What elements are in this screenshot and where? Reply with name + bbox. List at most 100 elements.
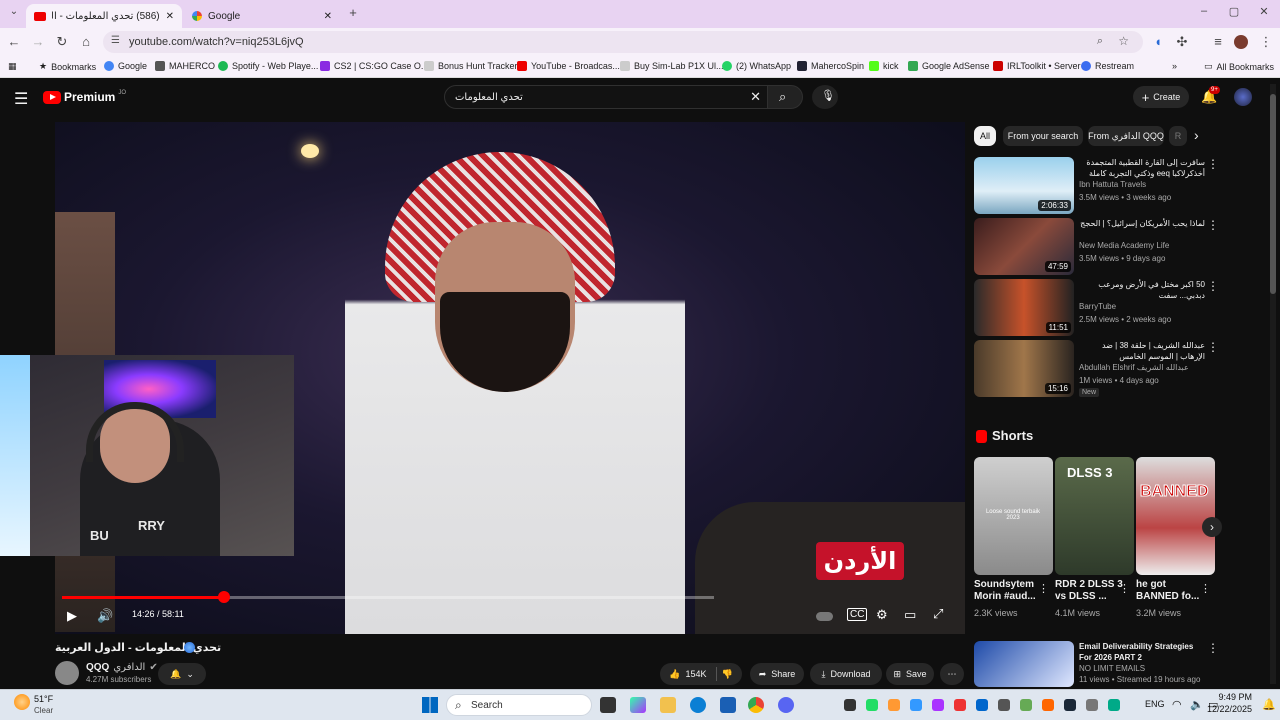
bookmark-item[interactable]: Restream	[1081, 61, 1134, 71]
task-view-icon[interactable]	[600, 697, 616, 713]
bookmark-item[interactable]: MAHERCO	[155, 61, 215, 71]
create-button[interactable]: + Create	[1133, 86, 1189, 108]
apps-icon[interactable]: ▦	[8, 61, 17, 72]
tab-search-icon[interactable]: ⌄	[6, 6, 22, 17]
copilot-icon[interactable]	[630, 697, 646, 713]
profile-avatar[interactable]	[1234, 35, 1248, 49]
subscribed-bell-button[interactable]: 🔔 ⌄	[158, 663, 206, 685]
tray-app-icon[interactable]	[866, 699, 878, 711]
recommendation-item[interactable]: Email Deliverability Strategies For 2026…	[974, 641, 1220, 687]
close-window-icon[interactable]: ✕	[1256, 5, 1272, 18]
autoplay-toggle[interactable]	[816, 612, 833, 621]
wifi-icon[interactable]: ◠	[1172, 698, 1182, 711]
recommendation-item[interactable]: 2:06:33 سافرت إلى القارة القطبية المتجمد…	[974, 157, 1220, 215]
volume-icon[interactable]: 🔊	[97, 608, 113, 624]
miniplayer-icon[interactable]: ▭	[904, 607, 916, 623]
tray-app-icon[interactable]	[998, 699, 1010, 711]
more-options-icon[interactable]: ⋮	[1200, 582, 1211, 595]
minimize-icon[interactable]: –	[1196, 5, 1212, 17]
bookmark-item[interactable]: kick	[869, 61, 899, 71]
shorts-next-icon[interactable]: ›	[1202, 517, 1222, 537]
steam-icon[interactable]	[1064, 699, 1076, 711]
new-tab-icon[interactable]: +	[345, 5, 361, 20]
volume-tray-icon[interactable]: 🔈	[1190, 698, 1204, 711]
short-title[interactable]: RDR 2 DLSS 3 vs DLSS ...	[1055, 579, 1127, 603]
store-icon[interactable]	[720, 697, 736, 713]
play-icon[interactable]: ▶	[67, 608, 77, 624]
clear-search-icon[interactable]: ✕	[750, 89, 761, 105]
more-options-icon[interactable]: ⋮	[1207, 279, 1219, 293]
edge-icon[interactable]	[690, 697, 706, 713]
tab-youtube[interactable]: (586) تحدي المعلومات - الدول ال ✕	[26, 4, 182, 28]
bookmark-item[interactable]: Buy Sim-Lab P1X Ul...	[620, 61, 724, 71]
tray-app-icon[interactable]	[1042, 699, 1054, 711]
thumbs-down-icon[interactable]: 👎	[722, 669, 733, 680]
tray-app-icon[interactable]	[1108, 699, 1120, 711]
close-icon[interactable]: ✕	[324, 11, 332, 22]
bookmark-item[interactable]: Google	[104, 61, 147, 71]
short-title[interactable]: Soundsytem Morin #aud...	[974, 579, 1046, 603]
close-icon[interactable]: ✕	[166, 11, 174, 22]
chip-more[interactable]: R	[1169, 126, 1187, 146]
recommendation-item[interactable]: 47:59 لماذا يحب الأمريكان إسرائيل؟ | الح…	[974, 218, 1220, 276]
more-actions-button[interactable]: ⋯	[940, 663, 964, 685]
tray-app-icon[interactable]	[954, 699, 966, 711]
bookmark-item[interactable]: Bonus Hunt Tracker	[424, 61, 518, 71]
media-control-icon[interactable]: ≡	[1210, 34, 1226, 49]
forward-icon[interactable]: →	[30, 34, 46, 49]
channel-name[interactable]: QQQ الدافري ✔	[86, 662, 158, 673]
tray-app-icon[interactable]	[932, 699, 944, 711]
short-thumbnail[interactable]: Loose sound terbaik 2023	[974, 457, 1053, 575]
chrome-menu-icon[interactable]: ⋮	[1258, 34, 1274, 50]
short-thumbnail[interactable]: DLSS 3	[1055, 457, 1134, 575]
notification-center-icon[interactable]: 🔔	[1262, 698, 1276, 711]
maximize-icon[interactable]: ▢	[1226, 5, 1242, 18]
clock-date[interactable]: 12/22/2025	[1204, 704, 1252, 714]
more-options-icon[interactable]: ⋮	[1207, 157, 1219, 171]
menu-icon[interactable]: ☰	[14, 89, 28, 109]
chip-from-search[interactable]: From your search	[1003, 126, 1083, 146]
download-button[interactable]: ⤓ Download	[810, 663, 882, 685]
tray-app-icon[interactable]	[844, 699, 856, 711]
search-input[interactable]: تحدي المعلومات ✕	[444, 85, 768, 109]
bookmark-item[interactable]: Google AdSense	[908, 61, 990, 71]
short-title[interactable]: he got BANNED fo...	[1136, 579, 1208, 603]
more-options-icon[interactable]: ⋮	[1207, 218, 1219, 232]
chip-from-channel[interactable]: From الدافري QQQ	[1088, 126, 1164, 146]
recommendation-item[interactable]: 15:16 عبدالله الشريف | حلقة 38 | ضد الإر…	[974, 340, 1220, 398]
bookmark-item[interactable]: CS2 | CS:GO Case O...	[320, 61, 428, 71]
captions-icon[interactable]: CC	[847, 608, 868, 621]
bookmark-item[interactable]: YouTube - Broadcas...	[517, 61, 620, 71]
chevron-right-icon[interactable]: »	[1172, 61, 1177, 71]
account-avatar[interactable]	[1234, 88, 1252, 106]
more-options-icon[interactable]: ⋮	[1038, 582, 1049, 595]
chrome-icon[interactable]	[748, 697, 764, 713]
all-bookmarks[interactable]: ▭ All Bookmarks	[1204, 61, 1274, 72]
more-options-icon[interactable]: ⋮	[1207, 340, 1219, 354]
bookmark-item[interactable]: Spotify - Web Playe...	[218, 61, 318, 71]
bookmark-star-icon[interactable]: ☆	[1118, 34, 1129, 48]
windows-start-icon[interactable]	[422, 697, 438, 713]
youtube-logo[interactable]: Premium JO	[43, 90, 126, 104]
more-options-icon[interactable]: ⋮	[1119, 582, 1130, 595]
page-scrollbar[interactable]	[1270, 84, 1276, 684]
bookmark-item[interactable]: ★ Bookmarks	[39, 61, 96, 72]
short-thumbnail[interactable]: BANNED	[1136, 457, 1215, 575]
scrollbar-thumb[interactable]	[1270, 94, 1276, 294]
more-options-icon[interactable]: ⋮	[1207, 641, 1219, 655]
settings-gear-icon[interactable]: ⚙	[876, 607, 888, 623]
discord-icon[interactable]	[778, 697, 794, 713]
back-icon[interactable]: ←	[6, 34, 22, 49]
channel-avatar[interactable]	[55, 661, 79, 685]
file-explorer-icon[interactable]	[660, 697, 676, 713]
url-bar[interactable]: ☰ youtube.com/watch?v=niq253L6jvQ ⌕ ☆	[103, 31, 1143, 53]
like-button[interactable]: 👍 154K 👎	[660, 663, 742, 685]
bookmark-item[interactable]: IRLToolkit • Server	[993, 61, 1081, 71]
bookmark-item[interactable]: MahercoSpin	[797, 61, 864, 71]
recommendation-item[interactable]: 11:51 50 اكبر مختل في الأرض ومرعب دبدبي.…	[974, 279, 1220, 337]
chip-all[interactable]: All	[974, 126, 996, 146]
search-button[interactable]: ⌕	[767, 85, 803, 109]
chevron-right-icon[interactable]: ›	[1194, 127, 1199, 143]
site-info-icon[interactable]: ☰	[111, 35, 120, 46]
taskbar-search[interactable]: ⌕ Search	[446, 694, 592, 716]
